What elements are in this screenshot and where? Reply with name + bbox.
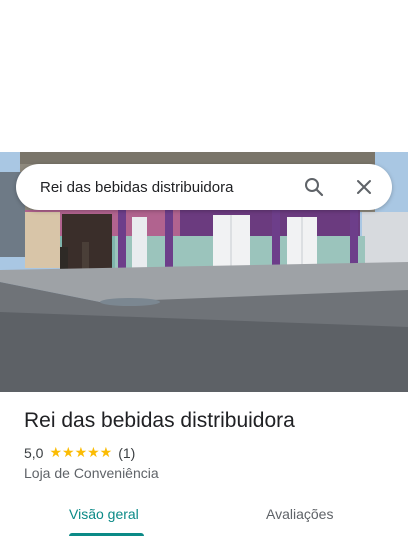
search-bar[interactable]: Rei das bebidas distribuidora: [16, 164, 392, 210]
close-icon[interactable]: [352, 175, 376, 199]
rating-row[interactable]: 5,0 ★★★★★ (1): [24, 444, 135, 461]
active-tab-indicator: [69, 533, 144, 536]
tab-reviews[interactable]: Avaliações: [266, 506, 333, 522]
review-count[interactable]: (1): [118, 445, 135, 461]
rating-value: 5,0: [24, 444, 44, 461]
place-title: Rei das bebidas distribuidora: [24, 409, 295, 432]
search-query-text[interactable]: Rei das bebidas distribuidora: [40, 179, 302, 196]
tab-bar: Visão geral Avaliações: [0, 496, 408, 536]
search-icon[interactable]: [302, 175, 326, 199]
rating-stars-icon: ★★★★★: [49, 444, 113, 460]
place-category[interactable]: Loja de Conveniência: [24, 465, 159, 481]
tab-overview[interactable]: Visão geral: [69, 506, 139, 522]
